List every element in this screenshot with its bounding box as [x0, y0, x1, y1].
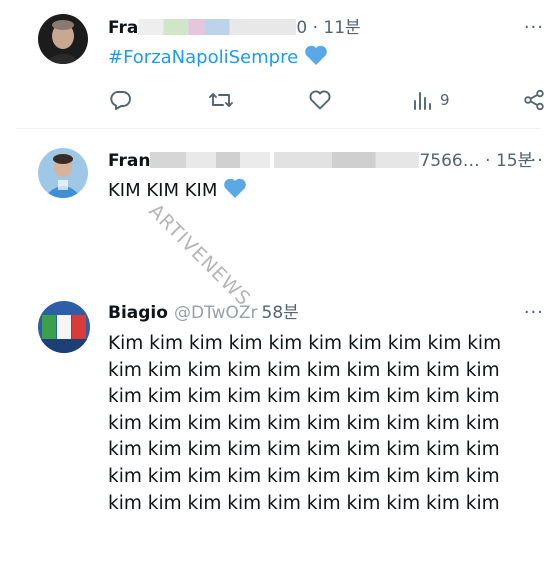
user-handle[interactable]: @DTwOZr	[174, 303, 258, 323]
tweet-divider	[16, 128, 540, 129]
share-icon	[522, 88, 546, 112]
tweet-3[interactable]: Biagio @DTwOZr 58분 ··· Kim kim kim kim kim…	[0, 280, 556, 562]
reply-button[interactable]	[108, 86, 132, 114]
views-bar-chart-icon	[412, 88, 434, 112]
avatar[interactable]	[38, 14, 88, 64]
retweet-button[interactable]	[208, 86, 234, 114]
more-menu-button[interactable]: ···	[524, 17, 544, 38]
tweet-text: KIM KIM KIM	[108, 177, 247, 208]
reply-icon	[108, 88, 132, 112]
tweet-2[interactable]: Fran 7566… · 15분 ··· KIM KIM KIM	[0, 130, 556, 280]
redacted-handle	[274, 152, 420, 168]
share-button[interactable]	[522, 86, 546, 114]
like-button[interactable]	[308, 86, 332, 114]
user-name[interactable]: Biagio	[108, 303, 168, 323]
tweet-header: Biagio @DTwOZr 58분	[108, 302, 299, 324]
tweet-header: Fran 7566… · 15분	[108, 150, 533, 172]
tweet-time[interactable]: 58분	[262, 303, 299, 323]
tweet-text: Kim kim kim kim kim kim kim kim kim kim …	[108, 333, 502, 514]
retweet-icon	[208, 88, 234, 112]
blue-heart-icon	[223, 177, 247, 208]
tweet-1[interactable]: Fra 0 · 11분 ··· #ForzaNapoliSempre 9	[0, 0, 556, 129]
tweet-time[interactable]: 0 · 11분	[296, 18, 360, 38]
avatar[interactable]	[38, 301, 90, 353]
views-button[interactable]: 9	[412, 86, 450, 114]
redacted-name	[138, 19, 297, 35]
tweet-header: Fra 0 · 11분	[108, 17, 361, 39]
user-handle[interactable]: 7566…	[419, 151, 479, 171]
user-name[interactable]: Fran	[108, 151, 150, 171]
heart-outline-icon	[308, 88, 332, 112]
user-name[interactable]: Fra	[108, 18, 138, 38]
views-count: 9	[440, 91, 450, 109]
more-menu-button[interactable]: ···	[524, 302, 544, 323]
tweet-actions: 9	[108, 86, 548, 114]
tweet-text-content: KIM KIM KIM	[108, 180, 218, 201]
hashtag-link[interactable]: #ForzaNapoliSempre	[108, 47, 298, 68]
tweet-text: #ForzaNapoliSempre	[108, 44, 328, 75]
avatar[interactable]	[38, 148, 88, 198]
redacted-name	[150, 152, 271, 168]
blue-heart-icon	[304, 44, 328, 75]
more-menu-button[interactable]: ···	[524, 150, 544, 171]
